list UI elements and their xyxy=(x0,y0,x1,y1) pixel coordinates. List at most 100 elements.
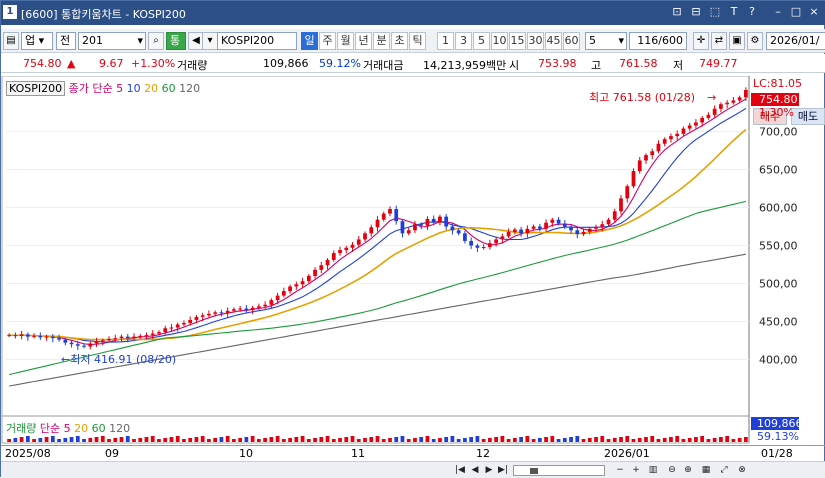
volume-bar xyxy=(425,436,430,442)
amount-label: 거래대금 xyxy=(363,59,404,72)
crosshair-icon[interactable]: ✛ xyxy=(693,32,709,50)
volume-bar xyxy=(256,439,261,442)
interval-select[interactable]: 5 ▾ xyxy=(585,32,627,50)
prev-icon[interactable]: ◀ xyxy=(468,464,482,477)
scroll-bar[interactable]: |◀ ◀ ▶ ▶| − + ▥ ⊖ ⊕ ▦ ⤢ ⊗ xyxy=(1,461,825,478)
period-second[interactable]: 초 xyxy=(391,32,408,50)
volume-bar xyxy=(519,437,523,442)
zoom-slider[interactable] xyxy=(513,465,605,476)
period-week[interactable]: 주 xyxy=(319,32,336,50)
zoom-slider-thumb[interactable] xyxy=(530,468,538,474)
font-icon[interactable]: T xyxy=(727,5,741,19)
dropdown-icon[interactable]: ▾ xyxy=(202,32,218,50)
close-panel-icon[interactable]: ⊗ xyxy=(735,464,749,477)
zoom-out-icon[interactable]: ⊖ xyxy=(665,464,679,477)
volume-bar xyxy=(175,436,180,442)
interval-30[interactable]: 30 xyxy=(527,32,544,50)
candle-body xyxy=(575,230,580,235)
volume-bar xyxy=(731,439,736,442)
maximize-icon[interactable]: □ xyxy=(789,5,803,19)
minimize-icon[interactable]: – xyxy=(771,5,785,19)
volume-bar xyxy=(444,437,449,442)
period-minute[interactable]: 분 xyxy=(373,32,390,50)
volume-bar xyxy=(356,439,361,442)
vol-tag: 109,866 xyxy=(757,417,803,430)
volume-bar xyxy=(219,437,224,442)
interval-3[interactable]: 3 xyxy=(455,32,472,50)
period-day[interactable]: 일 xyxy=(301,32,318,50)
compare-icon[interactable]: ⇄ xyxy=(711,32,727,50)
expand-icon[interactable]: ⤢ xyxy=(717,464,731,477)
volume-bar xyxy=(450,436,455,442)
volume-bar xyxy=(569,437,573,442)
legend-symbol[interactable]: KOSPI200 xyxy=(6,81,66,96)
open-value: 753.98 xyxy=(538,57,577,70)
search-icon[interactable]: ⌕ xyxy=(148,32,164,50)
code-input[interactable]: 201 ▾ xyxy=(78,32,146,50)
candle-body xyxy=(250,307,255,311)
candle-body xyxy=(394,209,399,222)
x-label: 2026/01 xyxy=(604,447,650,460)
candle-body xyxy=(175,324,180,328)
next-icon[interactable]: ▶ xyxy=(482,464,496,477)
split-icon[interactable]: ⊟ xyxy=(689,5,703,19)
volume-bar xyxy=(500,436,505,442)
candle-body xyxy=(313,269,317,276)
minus-icon[interactable]: − xyxy=(613,464,627,477)
volume-bar xyxy=(269,437,274,442)
quote-bar: 754.80 ▲ 9.67 +1.30% 거래량 109,866 59.12% … xyxy=(1,54,825,125)
legend-ma-60: 60 xyxy=(161,82,176,95)
candle-body xyxy=(232,309,236,311)
volume-bar xyxy=(82,439,86,442)
x-label: 01/28 xyxy=(761,447,793,460)
pin-icon[interactable]: ⬚ xyxy=(708,5,722,19)
volume-bar xyxy=(381,439,386,442)
x-label: 11 xyxy=(351,447,365,460)
candle-body xyxy=(107,338,111,341)
list-icon[interactable]: ▤ xyxy=(3,32,19,50)
candle-body xyxy=(188,319,193,323)
zoom-in-icon[interactable]: ⊕ xyxy=(681,464,695,477)
interval-60[interactable]: 60 xyxy=(563,32,580,50)
layout-icon[interactable]: ▦ xyxy=(699,464,713,477)
candle-body xyxy=(350,244,355,248)
pct-tag: 1.30% xyxy=(759,106,794,119)
mode-select[interactable]: 전 xyxy=(56,32,76,50)
candle-body xyxy=(488,243,492,248)
vol-legend-label: 거래량 xyxy=(6,422,37,435)
interval-1[interactable]: 1 xyxy=(437,32,454,50)
title-bar[interactable]: 1 [6600] 통합키움차트 - KOSPI200 ⊡ ⊟ ⬚ T ? – □… xyxy=(1,1,825,25)
date-input[interactable]: 2026/01/ xyxy=(766,32,825,50)
symbol-input[interactable]: KOSPI200 xyxy=(217,32,297,50)
volume-bar xyxy=(488,438,492,442)
interval-5[interactable]: 5 xyxy=(473,32,490,50)
up-arrow-icon: ▲ xyxy=(67,57,76,70)
y-tick-label: 450,00 xyxy=(759,315,798,328)
market-type-value: 업 xyxy=(25,34,36,47)
interval-45[interactable]: 45 xyxy=(545,32,562,50)
interval-15[interactable]: 15 xyxy=(509,32,526,50)
interval-10[interactable]: 10 xyxy=(491,32,508,50)
help-icon[interactable]: ? xyxy=(745,5,759,19)
period-year[interactable]: 년 xyxy=(355,32,372,50)
first-icon[interactable]: |◀ xyxy=(453,464,467,477)
volume-bar xyxy=(700,436,705,442)
plus-icon[interactable]: + xyxy=(629,464,643,477)
settings-icon[interactable]: ⚙ xyxy=(747,32,763,50)
save-icon[interactable]: ▣ xyxy=(729,32,745,50)
close-icon[interactable]: × xyxy=(807,5,821,19)
period-tick[interactable]: 틱 xyxy=(409,32,426,50)
restore-icon[interactable]: ⊡ xyxy=(670,5,684,19)
last-icon[interactable]: ▶| xyxy=(496,464,510,477)
candle-body xyxy=(725,102,730,105)
candlestick-chart[interactable]: 400,00 450,00 500,00 550,00 600,00 650,00 700,… xyxy=(1,76,825,444)
legend-ma-20: 20 xyxy=(144,82,159,95)
count-input[interactable]: 116/600 xyxy=(629,32,687,50)
period-month[interactable]: 월 xyxy=(337,32,354,50)
bar-icon[interactable]: ▥ xyxy=(646,464,660,477)
market-type-select[interactable]: 업 ▾ xyxy=(21,32,53,50)
chart-type-button[interactable]: 통 xyxy=(166,32,186,50)
candle-body xyxy=(319,265,324,270)
volume-bar xyxy=(394,437,399,442)
vol-pct-tag: 59.13% xyxy=(757,430,799,443)
